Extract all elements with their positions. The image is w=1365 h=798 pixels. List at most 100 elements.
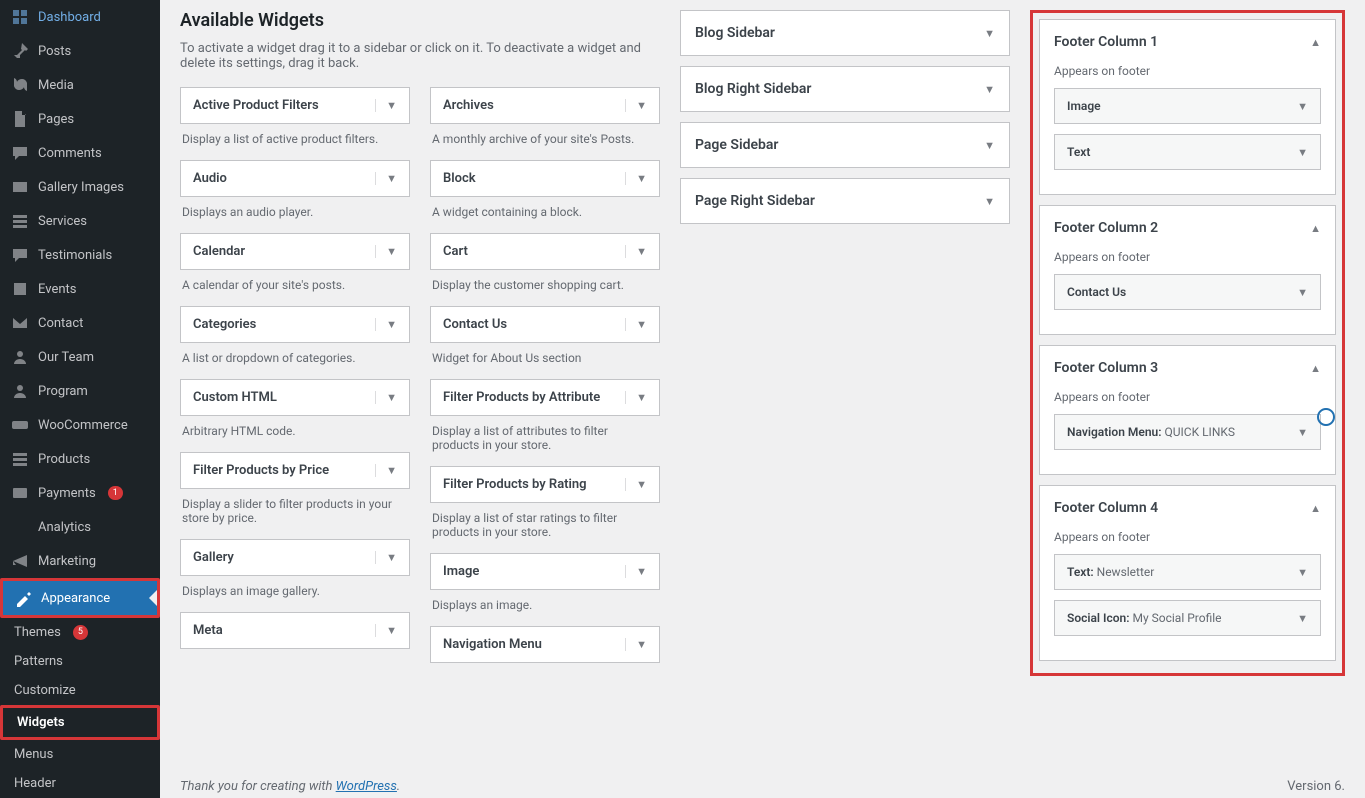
- widget-audio[interactable]: Audio▼: [180, 160, 410, 197]
- nav-services[interactable]: Services: [0, 204, 160, 238]
- widget-image[interactable]: Image▼: [430, 553, 660, 590]
- chevron-down-icon: ▼: [375, 464, 397, 477]
- subnav-menus[interactable]: Menus: [0, 740, 160, 769]
- widget-filter-products-by-attribute[interactable]: Filter Products by Attribute▼: [430, 379, 660, 416]
- placed-widget[interactable]: Text: Newsletter▼: [1054, 554, 1321, 590]
- nav-label: Pages: [38, 112, 74, 127]
- chevron-down-icon: ▼: [625, 638, 647, 651]
- nav-comments[interactable]: Comments: [0, 136, 160, 170]
- subnav-patterns[interactable]: Patterns: [0, 647, 160, 676]
- subnav-widgets[interactable]: Widgets: [0, 705, 160, 740]
- nav-dashboard[interactable]: Dashboard: [0, 0, 160, 34]
- area-header[interactable]: Page Right Sidebar▼: [681, 179, 1009, 223]
- area-header[interactable]: Footer Column 3▲: [1040, 346, 1335, 390]
- nav-contact[interactable]: Contact: [0, 306, 160, 340]
- widget-desc: Arbitrary HTML code.: [182, 424, 408, 438]
- widget-custom-html[interactable]: Custom HTML▼: [180, 379, 410, 416]
- nav-events[interactable]: Events: [0, 272, 160, 306]
- widget-filter-products-by-price[interactable]: Filter Products by Price ▼: [180, 452, 410, 489]
- chevron-up-icon: ▲: [1310, 502, 1321, 515]
- widget-label: Calendar: [193, 244, 245, 259]
- area-header[interactable]: Footer Column 1 ▲: [1040, 20, 1335, 64]
- nav-posts[interactable]: Posts: [0, 34, 160, 68]
- sidebar-area-blog-right-sidebar: Blog Right Sidebar▼: [680, 66, 1010, 112]
- chevron-down-icon: ▼: [1297, 146, 1308, 159]
- wordpress-link[interactable]: WordPress: [336, 779, 397, 794]
- placed-widget-label: Text: Newsletter: [1067, 565, 1154, 579]
- area-header[interactable]: Footer Column 4▲: [1040, 486, 1335, 530]
- widget-desc: Display the customer shopping cart.: [432, 278, 658, 292]
- placed-widget[interactable]: Image▼: [1054, 88, 1321, 124]
- chevron-down-icon: ▼: [625, 391, 647, 404]
- area-sub: Appears on footer: [1054, 530, 1321, 544]
- admin-sidebar: DashboardPosts Media Pages Comments Gallery …: [0, 0, 160, 798]
- subnav-header[interactable]: Header: [0, 769, 160, 798]
- widget-navigation-menu[interactable]: Navigation Menu▼: [430, 626, 660, 663]
- widget-contact-us[interactable]: Contact Us▼: [430, 306, 660, 343]
- widget-label: Custom HTML: [193, 390, 277, 405]
- nav-analytics[interactable]: Analytics: [0, 510, 160, 544]
- widget-categories[interactable]: Categories▼: [180, 306, 410, 343]
- subnav-customize[interactable]: Customize: [0, 676, 160, 705]
- widget-cart[interactable]: Cart▼: [430, 233, 660, 270]
- widget-label: Cart: [443, 244, 468, 259]
- nav-program[interactable]: Program: [0, 374, 160, 408]
- area-title: Page Sidebar: [695, 137, 778, 153]
- placed-widget[interactable]: Navigation Menu: QUICK LINKS▼: [1054, 414, 1321, 450]
- widget-meta[interactable]: Meta▼: [180, 612, 410, 649]
- widget-label: Active Product Filters: [193, 98, 319, 113]
- nav-appearance[interactable]: Appearance: [0, 578, 160, 618]
- chevron-down-icon: ▼: [375, 99, 397, 112]
- nav-testimonials[interactable]: Testimonials: [0, 238, 160, 272]
- placed-widget-label: Social Icon: My Social Profile: [1067, 611, 1222, 625]
- nav-label: Gallery Images: [38, 180, 124, 195]
- nav-label: Our Team: [38, 350, 94, 365]
- subnav-themes[interactable]: Themes5: [0, 618, 160, 647]
- area-header[interactable]: Blog Sidebar▼: [681, 11, 1009, 55]
- nav-media[interactable]: Media: [0, 68, 160, 102]
- widget-block[interactable]: Block▼: [430, 160, 660, 197]
- nav-marketing[interactable]: Marketing: [0, 544, 160, 578]
- products-icon: [10, 449, 30, 469]
- nav-label: Media: [38, 78, 74, 93]
- nav-our-team[interactable]: Our Team: [0, 340, 160, 374]
- widget-active-product-filters[interactable]: Active Product Filters ▼: [180, 87, 410, 124]
- nav-payments[interactable]: Payments1: [0, 476, 160, 510]
- widget-desc: Display a slider to filter products in y…: [182, 497, 408, 525]
- chevron-down-icon: ▼: [984, 83, 995, 96]
- widget-calendar[interactable]: Calendar▼: [180, 233, 410, 270]
- widget-archives[interactable]: Archives▼: [430, 87, 660, 124]
- pin-icon: [10, 41, 30, 61]
- media-icon: [10, 75, 30, 95]
- widget-label: Filter Products by Price: [193, 463, 329, 478]
- chevron-down-icon: ▼: [1297, 100, 1308, 113]
- nav-pages[interactable]: Pages: [0, 102, 160, 136]
- widget-label: Archives: [443, 98, 494, 113]
- widget-desc: A list or dropdown of categories.: [182, 351, 408, 365]
- mail-icon: [10, 313, 30, 333]
- dashboard-icon: [10, 7, 30, 27]
- available-widgets-desc: To activate a widget drag it to a sideba…: [180, 41, 660, 71]
- area-sub: Appears on footer: [1054, 64, 1321, 78]
- area-title: Footer Column 1: [1054, 34, 1158, 50]
- sidebar-area-footer-column-1: Footer Column 1 ▲ Appears on footer Image▼ T…: [1039, 19, 1336, 195]
- widget-filter-products-by-rating[interactable]: Filter Products by Rating▼: [430, 466, 660, 503]
- area-header[interactable]: Page Sidebar▼: [681, 123, 1009, 167]
- area-header[interactable]: Blog Right Sidebar▼: [681, 67, 1009, 111]
- area-title: Footer Column 2: [1054, 220, 1158, 236]
- placed-widget[interactable]: Social Icon: My Social Profile ▼: [1054, 600, 1321, 636]
- widget-desc: Display a list of star ratings to filter…: [432, 511, 658, 539]
- placed-widget[interactable]: Text▼: [1054, 134, 1321, 170]
- marketing-icon: [10, 551, 30, 571]
- chevron-up-icon: ▲: [1310, 36, 1321, 49]
- placed-widget-label: Contact Us: [1067, 285, 1126, 299]
- chevron-down-icon: ▼: [1297, 612, 1308, 625]
- widget-gallery[interactable]: Gallery▼: [180, 539, 410, 576]
- chevron-down-icon: ▼: [625, 172, 647, 185]
- nav-gallery-images[interactable]: Gallery Images: [0, 170, 160, 204]
- area-header[interactable]: Footer Column 2▲: [1040, 206, 1335, 250]
- nav-woocommerce[interactable]: WooCommerce: [0, 408, 160, 442]
- chevron-down-icon: ▼: [375, 318, 397, 331]
- nav-products[interactable]: Products: [0, 442, 160, 476]
- placed-widget[interactable]: Contact Us▼: [1054, 274, 1321, 310]
